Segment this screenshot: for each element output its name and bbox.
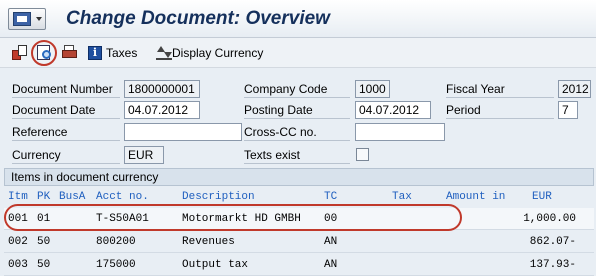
application-toolbar: i Taxes Display Currency xyxy=(0,38,596,68)
posting-date-field[interactable]: 04.07.2012 xyxy=(355,101,431,119)
page-title: Change Document: Overview xyxy=(66,8,330,29)
row-itm: 002 xyxy=(8,236,28,248)
row-amount: 1,000.00 xyxy=(523,213,576,225)
table-row[interactable]: 003 50 175000 Output tax AN 137.93- xyxy=(4,254,594,276)
chevron-down-icon xyxy=(36,17,42,21)
info-icon: i xyxy=(88,46,102,60)
company-code-label: Company Code xyxy=(244,80,350,98)
document-date-field[interactable]: 04.07.2012 xyxy=(124,101,200,119)
window-menu-icon xyxy=(13,12,31,26)
items-section-title: Items in document currency xyxy=(4,168,594,186)
highlight-circle xyxy=(31,40,57,66)
reference-field[interactable] xyxy=(124,123,242,141)
document-header: Document Number 1800000001 Company Code … xyxy=(0,68,596,168)
col-pk[interactable]: PK xyxy=(37,191,50,203)
highlight-ellipse xyxy=(4,204,462,231)
col-tax[interactable]: Tax xyxy=(392,191,412,203)
period-field[interactable]: 7 xyxy=(558,101,578,119)
row-tc: AN xyxy=(324,236,338,248)
table-row[interactable]: 002 50 800200 Revenues AN 862.07- xyxy=(4,231,594,253)
col-acct[interactable]: Acct no. xyxy=(96,191,149,203)
posting-date-label: Posting Date xyxy=(244,101,350,119)
texts-exist-label: Texts exist xyxy=(244,146,350,164)
taxes-button[interactable]: i xyxy=(88,45,104,61)
fiscal-year-field[interactable]: 2012 xyxy=(558,80,591,98)
row-description: Output tax xyxy=(182,259,249,271)
row-acct: 175000 xyxy=(96,259,136,271)
document-number-field[interactable]: 1800000001 xyxy=(124,80,200,98)
currency-field[interactable]: EUR xyxy=(124,146,164,164)
display-currency-button[interactable]: Display Currency xyxy=(172,46,263,60)
document-date-label: Document Date xyxy=(12,101,120,119)
period-label: Period xyxy=(446,101,554,119)
system-menu-button[interactable] xyxy=(8,8,46,30)
row-acct: 800200 xyxy=(96,236,136,248)
row-pk: 50 xyxy=(37,259,51,271)
col-currency[interactable]: EUR xyxy=(532,191,552,203)
col-tc[interactable]: TC xyxy=(324,191,337,203)
currency-label: Currency xyxy=(12,146,120,164)
print-icon[interactable] xyxy=(62,45,78,61)
other-document-icon[interactable] xyxy=(12,45,28,61)
fiscal-year-label: Fiscal Year xyxy=(446,80,554,98)
cross-cc-field[interactable] xyxy=(355,123,445,141)
col-description[interactable]: Description xyxy=(182,191,255,203)
row-description: Revenues xyxy=(182,236,235,248)
reference-label: Reference xyxy=(12,123,120,141)
texts-exist-checkbox[interactable] xyxy=(356,148,369,161)
row-amount: 862.07- xyxy=(529,236,576,248)
col-itm[interactable]: Itm xyxy=(8,191,28,203)
row-tc: AN xyxy=(324,259,338,271)
row-amount: 137.93- xyxy=(529,259,576,271)
col-busa[interactable]: BusA xyxy=(59,191,85,203)
row-pk: 50 xyxy=(37,236,51,248)
col-amount[interactable]: Amount in xyxy=(446,191,505,203)
taxes-label[interactable]: Taxes xyxy=(106,46,137,60)
title-bar: Change Document: Overview xyxy=(0,0,596,38)
company-code-field[interactable]: 1000 xyxy=(355,80,390,98)
cross-cc-label: Cross-CC no. xyxy=(244,123,350,141)
document-number-label: Document Number xyxy=(12,80,120,98)
row-itm: 003 xyxy=(8,259,28,271)
toggle-currency-icon[interactable] xyxy=(156,45,172,61)
